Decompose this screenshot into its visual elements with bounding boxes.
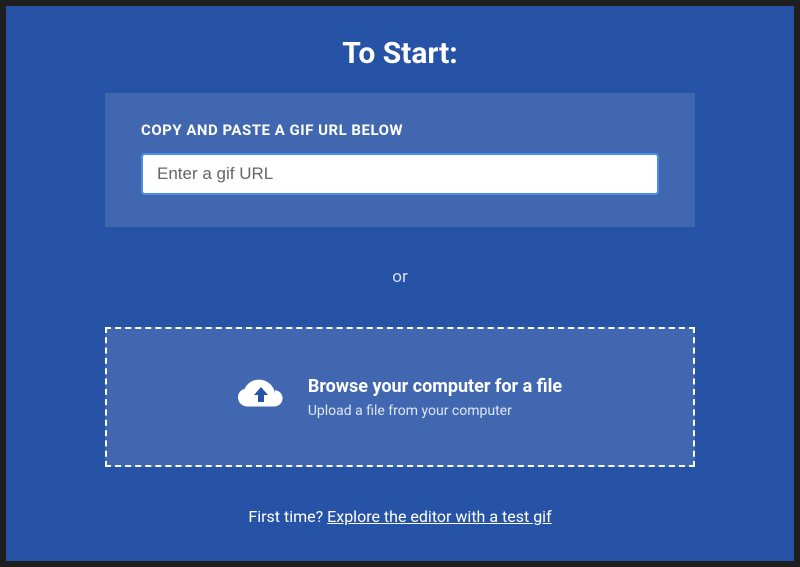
separator-text: or: [392, 267, 407, 287]
start-panel: To Start: COPY AND PASTE A GIF URL BELOW…: [6, 6, 794, 561]
url-input-section: COPY AND PASTE A GIF URL BELOW: [105, 93, 695, 227]
upload-title: Browse your computer for a file: [308, 376, 562, 397]
footer-text: First time? Explore the editor with a te…: [248, 507, 551, 526]
gif-url-input[interactable]: [141, 153, 659, 195]
page-title: To Start:: [342, 36, 457, 71]
file-upload-dropzone[interactable]: Browse your computer for a file Upload a…: [105, 327, 695, 467]
footer-prefix: First time?: [248, 507, 327, 526]
upload-text-wrap: Browse your computer for a file Upload a…: [308, 376, 562, 419]
cloud-upload-icon: [238, 378, 284, 416]
upload-subtitle: Upload a file from your computer: [308, 403, 562, 419]
url-input-label: COPY AND PASTE A GIF URL BELOW: [141, 121, 659, 139]
explore-test-gif-link[interactable]: Explore the editor with a test gif: [327, 507, 551, 526]
